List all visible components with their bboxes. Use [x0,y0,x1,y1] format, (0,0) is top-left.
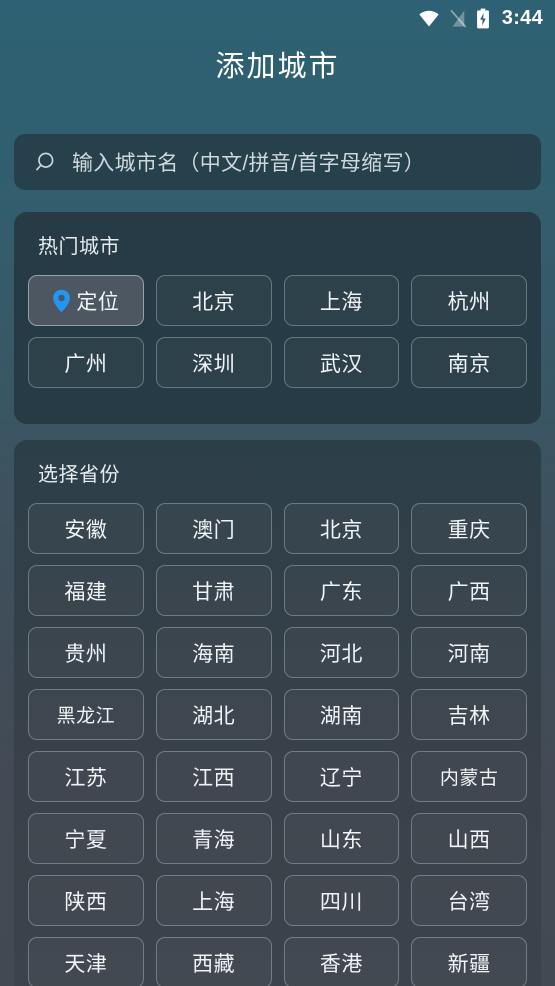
province-label: 甘肃 [192,580,236,604]
province-label: 北京 [319,518,363,542]
province-label: 江西 [192,766,236,790]
hot-city-button-shenzhen[interactable]: 深圳 [155,337,272,388]
province-label: 上海 [192,890,236,914]
province-button[interactable]: 山西 [411,813,527,864]
hot-cities-grid: 定位 北京 上海 杭州 广州 深圳 武汉 南京 [28,275,527,388]
province-grid: 安徽 澳门 北京 重庆福建 甘肃 广东 广西贵州 海南 河北 河南黑龙江 湖北 湖南 吉林江苏 江西 辽宁 内… [28,503,527,986]
province-label: 河南 [447,642,491,666]
province-button[interactable]: 海南 [155,627,272,678]
hot-city-label: 北京 [192,290,236,314]
province-label: 山东 [319,828,363,852]
hot-city-label: 武汉 [319,352,363,376]
hot-city-button-hangzhou[interactable]: 杭州 [411,275,527,326]
province-button[interactable]: 重庆 [411,503,527,554]
province-button[interactable]: 西藏 [155,937,272,986]
province-button[interactable]: 辽宁 [283,751,400,802]
province-button[interactable]: 广东 [283,565,400,616]
province-label: 广东 [319,580,363,604]
province-label: 天津 [64,952,108,976]
province-button[interactable]: 河南 [411,627,527,678]
province-button[interactable]: 台湾 [411,875,527,926]
search-icon [36,152,54,170]
status-time: 3:44 [501,7,543,29]
hot-cities-card: 热门城市 定位 北京 上海 杭州 广州 深圳 武汉 南京 [14,212,541,424]
province-label: 香港 [319,952,363,976]
province-card: 选择省份 安徽 澳门 北京 重庆福建 甘肃 广东 广西贵州 海南 河北 河南黑龙江 湖北 湖南 吉林江苏… [14,440,541,986]
hot-city-locate-button[interactable]: 定位 [28,275,144,326]
province-label: 湖南 [319,704,363,728]
province-button[interactable]: 宁夏 [28,813,144,864]
hot-city-label: 深圳 [192,352,236,376]
hot-city-button-wuhan[interactable]: 武汉 [283,337,400,388]
province-button[interactable]: 内蒙古 [411,751,527,802]
province-button[interactable]: 江西 [155,751,272,802]
province-button[interactable]: 天津 [28,937,144,986]
province-title: 选择省份 [38,464,120,486]
province-button[interactable]: 湖北 [155,689,272,740]
province-label: 澳门 [192,518,236,542]
province-button[interactable]: 江苏 [28,751,144,802]
hot-city-label: 广州 [64,352,108,376]
province-button[interactable]: 贵州 [28,627,144,678]
province-label: 四川 [319,890,363,914]
wifi-icon [419,10,439,27]
province-label: 贵州 [64,642,108,666]
province-button[interactable]: 四川 [283,875,400,926]
hot-city-label: 上海 [319,290,363,314]
province-label: 福建 [64,580,108,604]
province-label: 山西 [447,828,491,852]
province-button[interactable]: 上海 [155,875,272,926]
province-button[interactable]: 安徽 [28,503,144,554]
province-button[interactable]: 澳门 [155,503,272,554]
province-button[interactable]: 湖南 [283,689,400,740]
status-bar: 3:44 [0,0,555,36]
add-city-screen: 3:44 添加城市 输入城市名（中文/拼音/首字母缩写） 热门城市 定位 北京 … [0,0,555,986]
province-button[interactable]: 山东 [283,813,400,864]
province-button[interactable]: 香港 [283,937,400,986]
province-button[interactable]: 吉林 [411,689,527,740]
province-button[interactable]: 北京 [283,503,400,554]
province-label: 湖北 [192,704,236,728]
province-label: 广西 [447,580,491,604]
hot-city-button-shanghai[interactable]: 上海 [283,275,400,326]
province-label: 海南 [192,642,236,666]
province-label: 新疆 [447,952,491,976]
province-label: 台湾 [447,890,491,914]
province-label: 河北 [319,642,363,666]
hot-city-label: 南京 [447,352,491,376]
hot-city-button-nanjing[interactable]: 南京 [411,337,527,388]
province-label: 内蒙古 [439,768,499,789]
hot-city-label: 定位 [76,290,120,314]
search-input[interactable]: 输入城市名（中文/拼音/首字母缩写） [14,134,541,190]
province-button[interactable]: 甘肃 [155,565,272,616]
province-label: 辽宁 [319,766,363,790]
province-button[interactable]: 广西 [411,565,527,616]
hot-cities-title: 热门城市 [38,236,120,258]
province-button[interactable]: 河北 [283,627,400,678]
province-label: 宁夏 [64,828,108,852]
page-title: 添加城市 [215,51,340,83]
province-button[interactable]: 新疆 [411,937,527,986]
hot-city-button-guangzhou[interactable]: 广州 [28,337,144,388]
province-label: 陕西 [64,890,108,914]
location-pin-icon [53,289,71,312]
province-button[interactable]: 陕西 [28,875,144,926]
province-button[interactable]: 青海 [155,813,272,864]
province-label: 重庆 [447,518,491,542]
hot-city-button-beijing[interactable]: 北京 [155,275,272,326]
hot-city-label: 杭州 [447,290,491,314]
signal-disabled-icon [450,9,467,28]
province-button[interactable]: 福建 [28,565,144,616]
search-placeholder: 输入城市名（中文/拼音/首字母缩写） [72,152,426,175]
province-label: 黑龙江 [56,706,116,727]
province-label: 青海 [192,828,236,852]
province-label: 安徽 [64,518,108,542]
status-icons: 3:44 [418,8,543,29]
province-label: 吉林 [447,704,491,728]
province-label: 江苏 [64,766,108,790]
province-label: 西藏 [192,952,236,976]
province-button[interactable]: 黑龙江 [28,689,144,740]
battery-charging-icon [476,8,489,28]
